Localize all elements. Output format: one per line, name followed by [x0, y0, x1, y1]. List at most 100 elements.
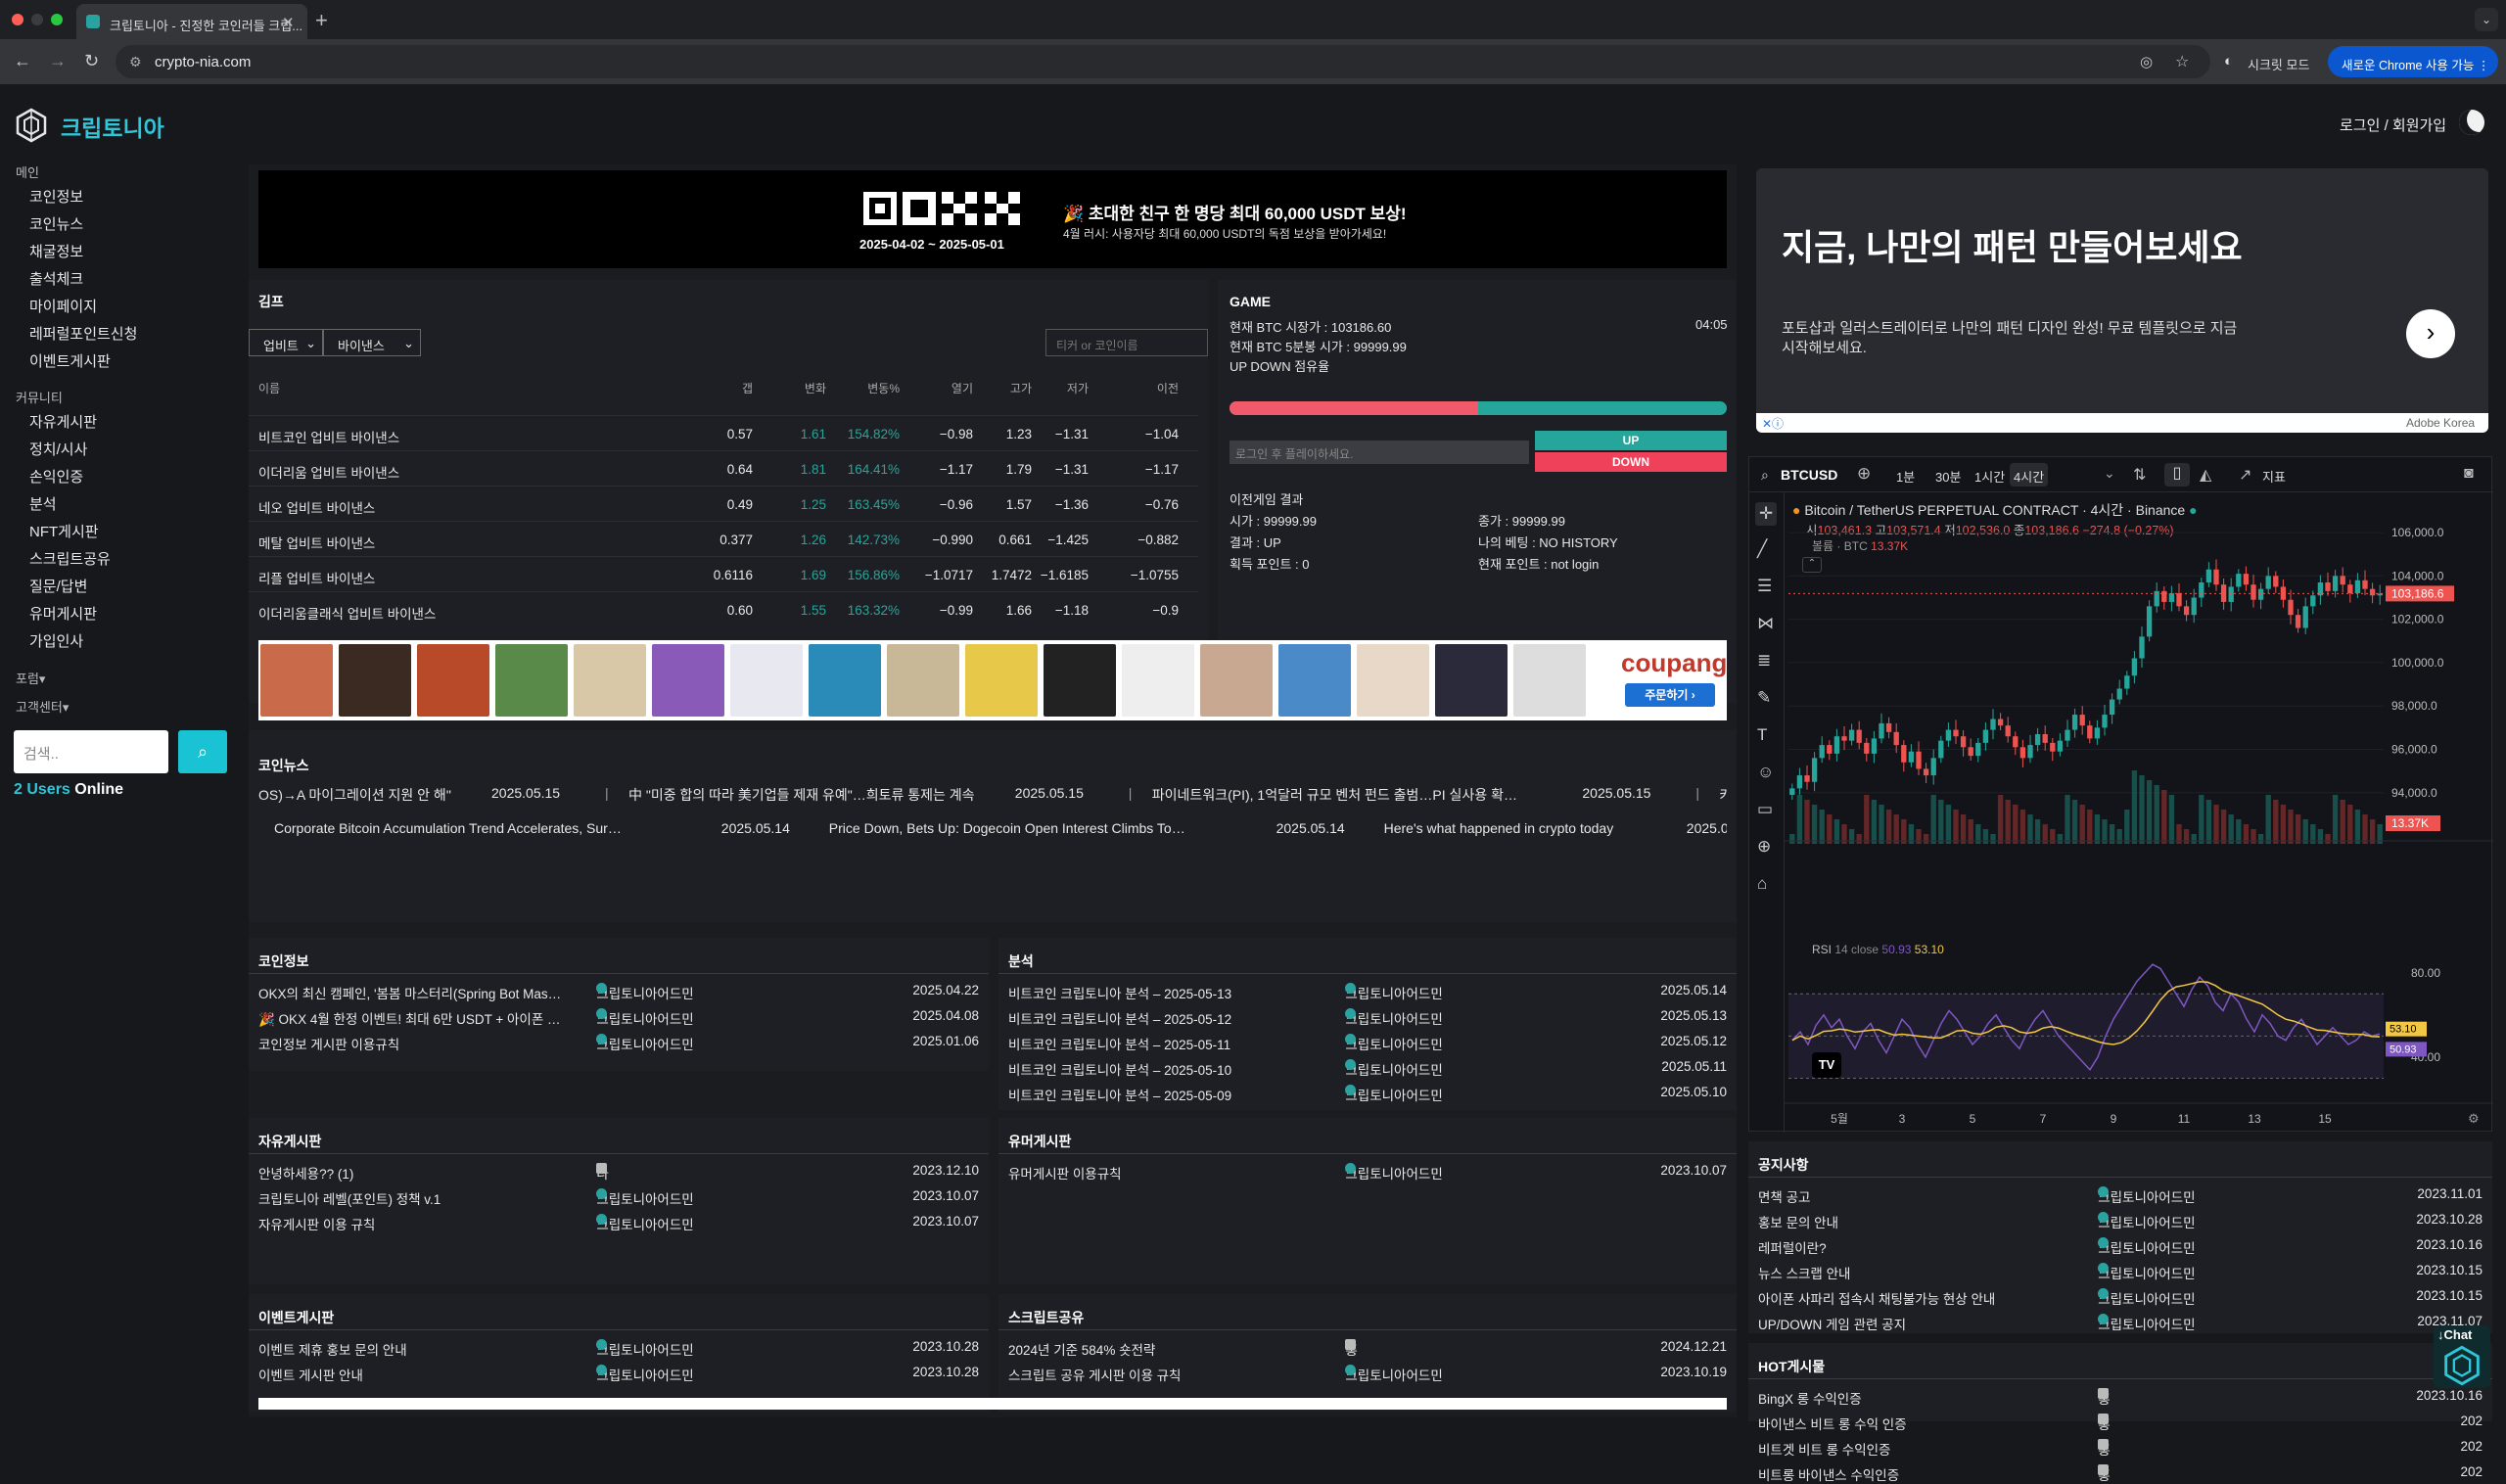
post-row[interactable]: 비트코인 크립토니아 분석 – 2025-05-12 크립토니아어드민 2025.0… [998, 1004, 1737, 1028]
post-title[interactable]: 비트코인 크립토니아 분석 – 2025-05-10 [1008, 1059, 1231, 1079]
emoji-icon[interactable]: ☺ [1757, 763, 1774, 782]
post-title[interactable]: 면책 공고 [1758, 1186, 1810, 1206]
tv-interval-3[interactable]: 4시간 [2010, 463, 2049, 487]
kimp-row[interactable]: 리플 업비트 바이낸스 0.6116 1.69 156.86% −1.0717 1.747… [249, 556, 1198, 591]
post-row[interactable]: 자유게시판 이용 규칙 크립토니아어드민 2023.10.07 [249, 1210, 989, 1233]
post-title[interactable]: 크립토니아 레벨(포인트) 정책 v.1 [258, 1188, 441, 1208]
chat-widget[interactable]: ↓Chat [2434, 1325, 2490, 1388]
post-author[interactable]: 크립토니아어드민 [2098, 1314, 2196, 1333]
post-author[interactable]: 크립토니아어드민 [2098, 1263, 2196, 1282]
post-row[interactable]: 🎉 OKX 4월 한정 이벤트! 최대 6만 USDT + 아이폰 … 크립토니아… [249, 1004, 989, 1028]
post-author[interactable]: 크립토니아어드민 [1345, 1008, 1443, 1028]
logo-icon[interactable] [14, 108, 49, 143]
sidebar-item[interactable]: 이벤트게시판 [29, 350, 111, 371]
post-title[interactable]: 스크립트 공유 게시판 이용 규칙 [1008, 1365, 1181, 1384]
post-title[interactable]: 비트코인 크립토니아 분석 – 2025-05-11 [1008, 1034, 1230, 1053]
post-title[interactable]: 비트코인 크립토니아 분석 – 2025-05-13 [1008, 983, 1231, 1002]
sidebar-item[interactable]: 손익인증 [29, 466, 83, 487]
login-link[interactable]: 로그인 / 회원가입 [2340, 115, 2446, 135]
post-author[interactable]: 크립토니아어드민 [2098, 1186, 2196, 1206]
forecast-icon[interactable]: ≣ [1757, 651, 1771, 671]
post-author[interactable]: 홍 [1345, 1339, 1358, 1359]
post-author[interactable]: 크립토니아어드민 [1345, 1059, 1443, 1079]
post-title[interactable]: UP/DOWN 게임 관련 공지 [1758, 1314, 1906, 1333]
zoom-icon[interactable]: ⊕ [1757, 837, 1771, 857]
fib-icon[interactable]: ☰ [1757, 577, 1772, 596]
sidebar-item[interactable]: 레퍼럴포인트신청 [29, 323, 137, 344]
sidebar-search-input[interactable]: 검색.. [14, 730, 168, 773]
brush-icon[interactable]: ✎ [1757, 688, 1771, 708]
post-author[interactable]: 크립토니아어드민 [2098, 1288, 2196, 1308]
up-button[interactable]: UP [1535, 431, 1727, 450]
chrome-update-button[interactable]: 새로운 Chrome 사용 가능 ⋮ [2328, 46, 2498, 77]
coupang-product-image[interactable] [652, 644, 724, 717]
game-login-input[interactable]: 로그인 후 플레이하세요. [1230, 441, 1529, 464]
post-author[interactable]: 크립토니아어드민 [596, 1339, 694, 1359]
exchange2-select[interactable]: 바이낸스 ⌄ [323, 329, 421, 356]
kimp-header-0[interactable]: 이름 [258, 380, 280, 396]
board-title[interactable]: 공지사항 [1758, 1155, 1809, 1175]
post-author[interactable]: 크립토니아어드민 [596, 1365, 694, 1384]
board-title[interactable]: HOT게시물 [1758, 1357, 1825, 1376]
post-row[interactable]: 아이폰 사파리 접속시 채팅불가능 현상 안내 크립토니아어드민 2023.10.1… [1748, 1284, 2492, 1308]
post-row[interactable]: 유머게시판 이용규칙 크립토니아어드민 2023.10.07 [998, 1159, 1737, 1183]
post-title[interactable]: 코인정보 게시판 이용규칙 [258, 1034, 399, 1053]
post-author[interactable]: 크립토니아어드민 [596, 1214, 694, 1233]
crosshair-icon[interactable]: ✛ [1755, 502, 1778, 526]
camera-icon[interactable]: ◙ [2464, 465, 2474, 483]
kimp-row[interactable]: 네오 업비트 바이낸스 0.49 1.25 163.45% −0.96 1.57 −1.36… [249, 486, 1198, 521]
board-title[interactable]: 자유게시판 [258, 1132, 321, 1151]
indicator-icon[interactable]: ↗ [2239, 465, 2251, 485]
post-row[interactable]: 바이낸스 비트 롱 수익 인증 홍 202 [1748, 1410, 2492, 1433]
tv-search-icon[interactable]: ⌕ [1761, 467, 1769, 484]
browser-tab[interactable]: 크립토니아 - 진정한 코인러들 크립... ✕ [76, 4, 307, 39]
post-title[interactable]: 🎉 OKX 4월 한정 이벤트! 최대 6만 USDT + 아이폰 … [258, 1008, 561, 1028]
tv-compare-icon[interactable]: ⊕ [1857, 464, 1871, 484]
sidebar-item[interactable]: NFT게시판 [29, 521, 99, 541]
text-icon[interactable]: T [1757, 725, 1767, 745]
post-row[interactable]: 안녕하세용?? (1) 나 2023.12.10 [249, 1159, 989, 1183]
sidebar-item[interactable]: 출석체크 [29, 268, 83, 289]
post-row[interactable]: BingX 롱 수익인증 홍 2023.10.16 [1748, 1384, 2492, 1408]
reload-icon[interactable]: ↻ [84, 51, 99, 71]
post-row[interactable]: 코인정보 게시판 이용규칙 크립토니아어드민 2025.01.06 [249, 1030, 989, 1053]
post-author[interactable]: 홍 [2098, 1464, 2111, 1484]
coupang-product-image[interactable] [339, 644, 411, 717]
post-author[interactable]: 크립토니아어드민 [1345, 983, 1443, 1002]
coupang-product-image[interactable] [495, 644, 568, 717]
sidebar-item[interactable]: 채굴정보 [29, 241, 83, 261]
down-button[interactable]: DOWN [1535, 452, 1727, 472]
post-title[interactable]: OKX의 최신 캠페인, '봄봄 마스터리(Spring Bot Mas… [258, 983, 561, 1002]
post-author[interactable]: 크립토니아어드민 [1345, 1365, 1443, 1384]
post-author[interactable]: 크립토니아어드민 [1345, 1163, 1443, 1183]
post-title[interactable]: 안녕하세용?? (1) [258, 1163, 353, 1183]
post-author[interactable]: 크립토니아어드민 [1345, 1034, 1443, 1053]
coupang-product-image[interactable] [1122, 644, 1194, 717]
tab-search-icon[interactable]: ⌄ [2475, 8, 2498, 31]
post-row[interactable]: 크립토니아 레벨(포인트) 정책 v.1 크립토니아어드민 2023.10.07 [249, 1184, 989, 1208]
coupang-product-image[interactable] [1513, 644, 1586, 717]
post-author[interactable]: 나 [596, 1163, 609, 1183]
post-row[interactable]: 레퍼럴이란? 크립토니아어드민 2023.10.16 [1748, 1233, 2492, 1257]
board-title[interactable]: 이벤트게시판 [258, 1308, 334, 1327]
post-row[interactable]: 비트코인 크립토니아 분석 – 2025-05-13 크립토니아어드민 2025.0… [998, 979, 1737, 1002]
tv-symbol[interactable]: BTCUSD [1781, 467, 1837, 483]
post-title[interactable]: 아이폰 사파리 접속시 채팅불가능 현상 안내 [1758, 1288, 1995, 1308]
post-title[interactable]: 이벤트 제휴 홍보 문의 안내 [258, 1339, 407, 1359]
ruler-icon[interactable]: ▭ [1757, 800, 1773, 819]
eye-off-icon[interactable]: ◎ [2140, 53, 2153, 70]
news-item-title[interactable]: OS)→A 마이그레이션 지원 안 해" [258, 785, 451, 805]
post-row[interactable]: 스크립트 공유 게시판 이용 규칙 크립토니아어드민 2023.10.19 [998, 1361, 1737, 1384]
sidebar-support-toggle[interactable]: 고객센터▾ [16, 697, 69, 716]
sidebar-item[interactable]: 자유게시판 [29, 411, 97, 432]
sidebar-item[interactable]: 분석 [29, 493, 57, 514]
ticker-search-input[interactable]: 티커 or 코인이름 [1045, 329, 1208, 356]
board-title[interactable]: 코인정보 [258, 951, 309, 971]
news-item-title[interactable]: Here's what happened in crypto today [1384, 820, 1614, 836]
post-author[interactable]: 크립토니아어드민 [596, 983, 694, 1002]
news-item-title[interactable]: 파이네트워크(PI), 1억달러 규모 벤처 펀드 출범…PI 실사용 확… [1152, 785, 1517, 805]
coupang-order-button[interactable]: 주문하기 › [1625, 683, 1715, 707]
post-row[interactable]: 비트겟 비트 롱 수익인증 홍 202 [1748, 1435, 2492, 1459]
okx-banner-ad[interactable]: 2025-04-02 ~ 2025-05-01 🎉 초대한 친구 한 명당 최대… [258, 170, 1727, 268]
post-row[interactable]: 비트코인 크립토니아 분석 – 2025-05-09 크립토니아어드민 2025.0… [998, 1081, 1737, 1104]
